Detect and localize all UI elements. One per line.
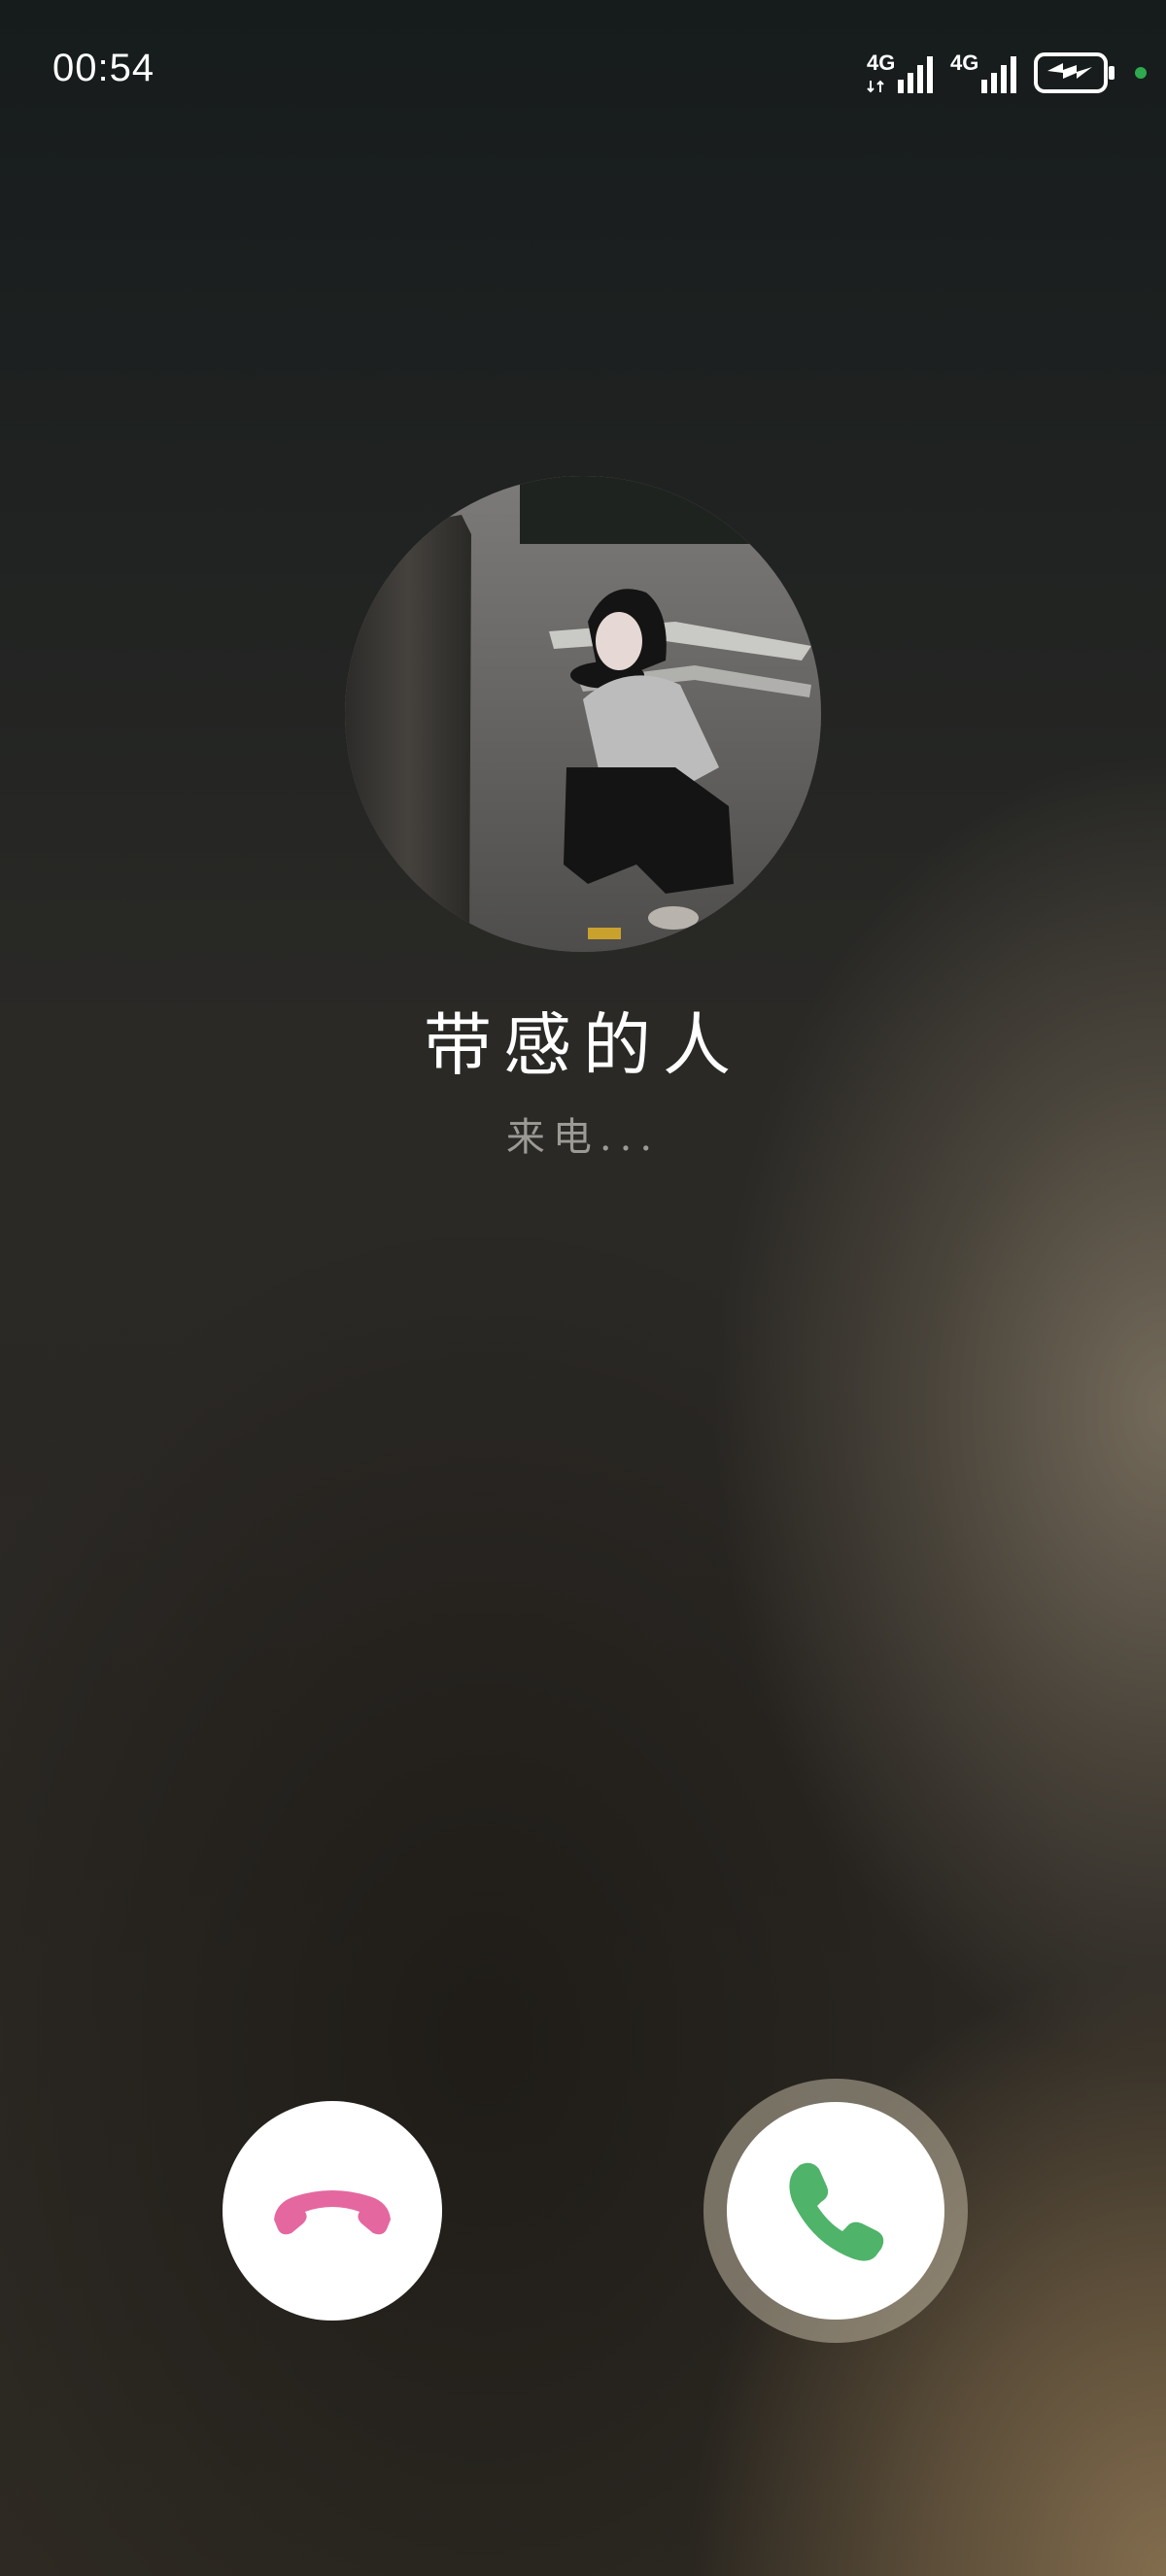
status-icons: 4G 4G — [867, 49, 1147, 97]
status-bar: 00:54 4G 4G — [0, 0, 1166, 146]
battery-charging-icon — [1034, 51, 1117, 94]
sim1-signal-icon: 4G — [867, 51, 937, 95]
phone-icon — [789, 2162, 884, 2261]
sim2-signal-icon: 4G — [950, 51, 1020, 95]
sim1-network-label: 4G — [867, 51, 896, 75]
answer-call-button[interactable] — [727, 2102, 944, 2320]
privacy-indicator-dot — [1135, 67, 1147, 79]
decline-call-button[interactable] — [223, 2101, 442, 2321]
call-status: 来电... — [505, 1115, 661, 1160]
status-time: 00:54 — [52, 47, 155, 89]
hang-up-icon — [274, 2190, 391, 2235]
sim2-network-label: 4G — [950, 51, 979, 75]
caller-avatar — [345, 476, 821, 952]
caller-name: 带感的人 — [424, 1005, 742, 1085]
